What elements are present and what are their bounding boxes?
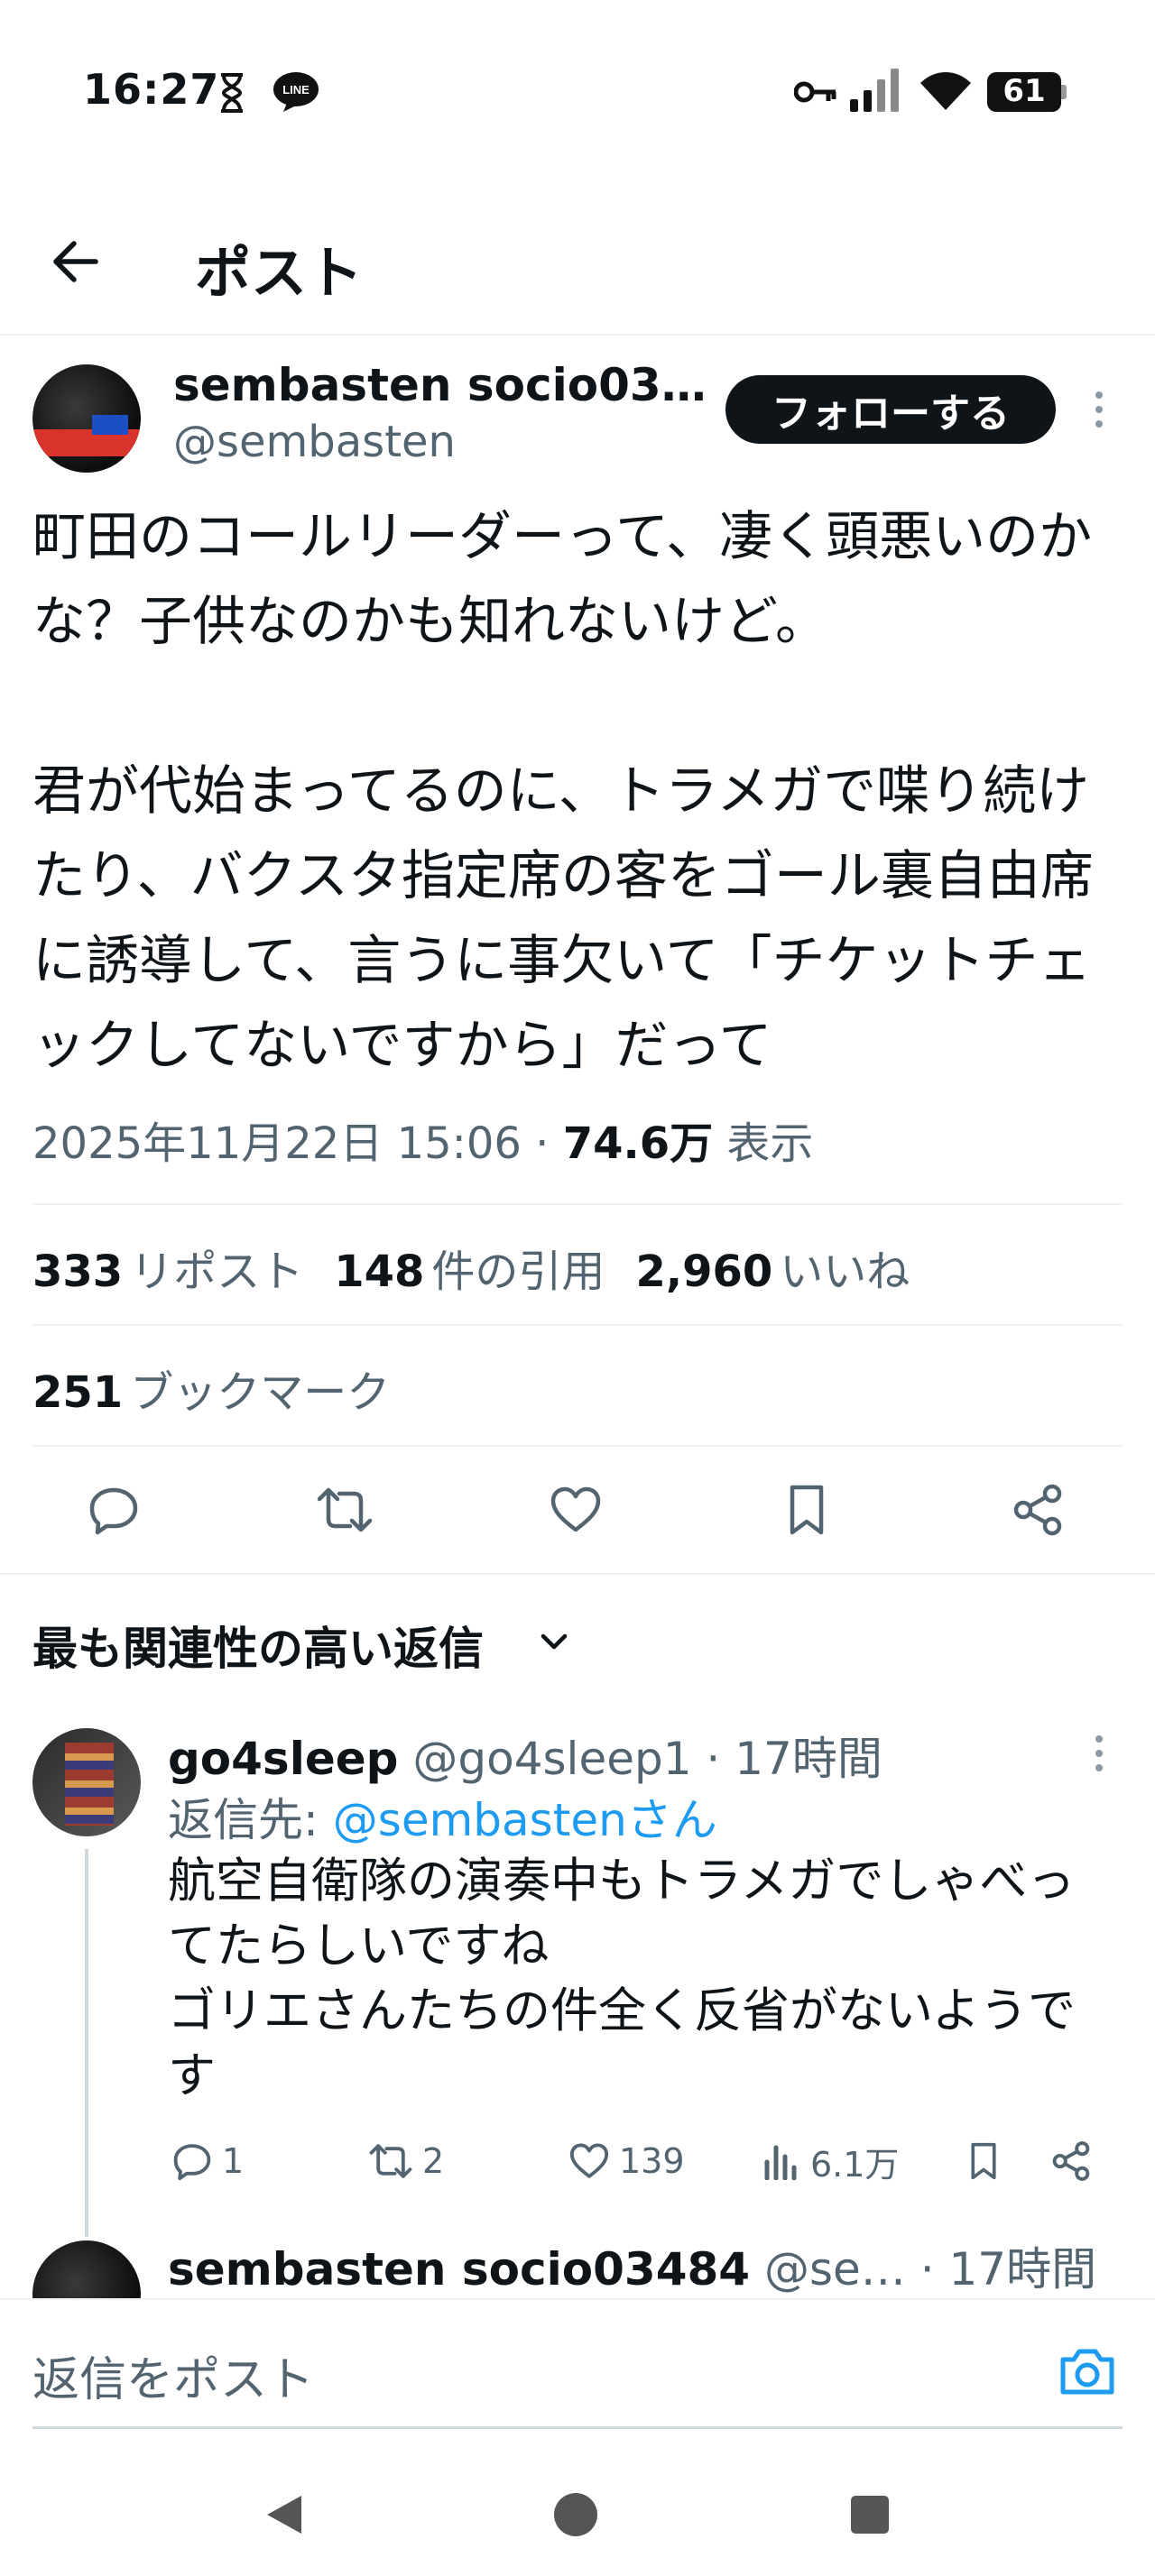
arrow-left-icon (53, 241, 98, 282)
view-count: 74.6万 (562, 1118, 714, 1169)
reply-views-button[interactable]: 6.1万 (763, 2134, 899, 2188)
thread-line (85, 1849, 88, 2237)
recents-square-icon (851, 2496, 889, 2534)
share-icon (1013, 1484, 1062, 1536)
line-app-icon: LINE (273, 72, 319, 112)
quotes-stat[interactable]: 148 件の引用 (334, 1247, 635, 1297)
wifi-icon (920, 72, 971, 110)
author-handle[interactable]: @sembasten (173, 417, 456, 467)
reposts-stat[interactable]: 333 リポスト (32, 1247, 334, 1297)
nav-back-button[interactable] (256, 2488, 310, 2542)
likes-stat[interactable]: 2,960 いいね (635, 1247, 940, 1297)
reply-reply-button[interactable]: 1 (171, 2134, 244, 2188)
back-triangle-icon (267, 2496, 301, 2534)
composer-underline (32, 2426, 1123, 2429)
reply-repost-button[interactable]: 2 (368, 2134, 444, 2188)
repost-icon (369, 2144, 412, 2178)
reply2-author-name[interactable]: sembasten socio03484 (168, 2243, 750, 2295)
reply-input[interactable]: 返信をポスト (32, 2341, 314, 2409)
post-timestamp[interactable]: 2025年11月22日 15:06 (32, 1118, 522, 1169)
reply2-header: sembasten socio03484 @se… · 17時間 (168, 2233, 1096, 2298)
battery-level: 61 (1003, 73, 1046, 109)
divider (32, 1203, 1123, 1205)
camera-icon[interactable] (1056, 2340, 1119, 2403)
system-nav-bar (0, 2450, 1155, 2576)
reply-composer: 返信をポスト (0, 2298, 1155, 2450)
repost-button[interactable] (314, 1479, 375, 1541)
share-button[interactable] (1007, 1479, 1068, 1541)
reply-icon (89, 1487, 138, 1535)
divider (32, 1324, 1123, 1326)
reply-avatar[interactable] (32, 1728, 141, 1836)
line-app-label: LINE (282, 83, 310, 97)
bookmark-icon (790, 1485, 824, 1535)
follow-button[interactable]: フォローする (725, 375, 1056, 444)
reply-button[interactable] (83, 1479, 144, 1541)
reply-more-button[interactable] (1081, 1726, 1117, 1780)
reply2-author-handle[interactable]: @se… (764, 2243, 906, 2295)
divider (32, 1445, 1123, 1447)
reply-bookmark-button[interactable] (964, 2134, 1003, 2188)
reply-header: go4sleep @go4sleep1 · 17時間 (168, 1723, 882, 1788)
reply-to-user-link[interactable]: @sembastenさん (333, 1794, 717, 1846)
bookmark-icon (971, 2142, 996, 2180)
reply-time: · 17時間 (706, 1733, 882, 1785)
reply-body: 航空自衛隊の演奏中もトラメガでしゃべってたらしいですね ゴリエさんたちの件全く反… (168, 1854, 1076, 2103)
author-name[interactable]: sembasten socio03… (173, 359, 707, 411)
more-dots-icon (1095, 1735, 1103, 1743)
meta-separator: · (535, 1118, 550, 1169)
reply-sort-label[interactable]: 最も関連性の高い返信 (32, 1613, 484, 1678)
reply-repost-count: 2 (422, 2141, 445, 2181)
back-button[interactable] (40, 225, 112, 298)
status-time: 16:27 (83, 65, 220, 114)
hourglass-icon (221, 73, 243, 113)
post-meta: 2025年11月22日 15:06 · 74.6万 表示 (32, 1108, 813, 1171)
reply-icon (173, 2144, 211, 2181)
signal-icon (850, 69, 899, 112)
post-body: 町田のコールリーダーって、凄く頭悪いのかな？子供なのかも知れないけど。 君が代始… (32, 505, 1094, 1076)
nav-home-button[interactable] (549, 2488, 603, 2542)
status-bar: 16:27 LINE 61 (0, 0, 1155, 180)
reply-like-count: 139 (619, 2141, 685, 2181)
heart-icon (550, 1486, 601, 1532)
home-circle-icon (554, 2493, 597, 2536)
divider (0, 1573, 1155, 1575)
top-app-bar: ポスト (0, 180, 1155, 336)
reply-author-name[interactable]: go4sleep (168, 1733, 398, 1785)
reply-reply-count: 1 (222, 2141, 245, 2181)
page-title: ポスト (195, 240, 364, 306)
like-button[interactable] (545, 1479, 606, 1541)
engagement-stats: 333 リポスト 148 件の引用 2,960 いいね (32, 1236, 940, 1299)
reply-author-handle[interactable]: @go4sleep1 (412, 1733, 691, 1785)
reply-to-line: 返信先: @sembastenさん (168, 1784, 717, 1849)
reply-to-label: 返信先: (168, 1794, 319, 1846)
post-more-button[interactable] (1081, 382, 1117, 437)
view-count-label: 表示 (726, 1118, 814, 1169)
battery-icon: 61 (987, 72, 1067, 112)
heart-icon (569, 2143, 609, 2178)
reply-like-button[interactable]: 139 (568, 2134, 685, 2188)
views-chart-icon (764, 2145, 797, 2180)
share-icon (1052, 2141, 1090, 2181)
chevron-down-icon[interactable] (536, 1624, 572, 1660)
reply2-time: · 17時間 (919, 2243, 1097, 2295)
more-dots-icon (1095, 391, 1103, 399)
bookmarks-stat[interactable]: 251 ブックマーク (32, 1357, 390, 1420)
bookmark-button[interactable] (776, 1479, 837, 1541)
nav-recents-button[interactable] (843, 2488, 897, 2542)
reply-share-button[interactable] (1050, 2134, 1092, 2188)
reply-view-count: 6.1万 (810, 2144, 900, 2185)
key-icon (794, 81, 836, 103)
author-avatar[interactable] (32, 364, 141, 473)
repost-icon (317, 1487, 373, 1532)
